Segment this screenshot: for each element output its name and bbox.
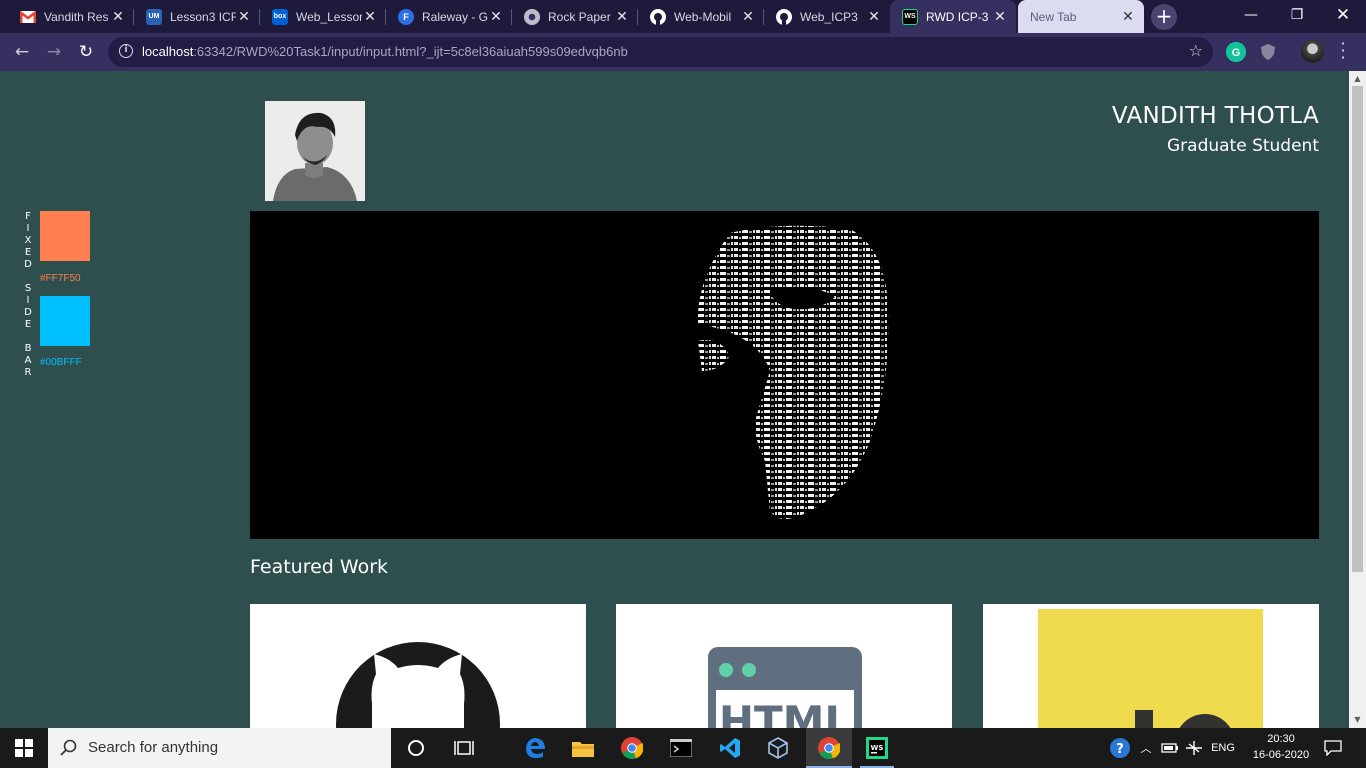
featured-card-github[interactable] (250, 604, 586, 728)
html-file-icon: HTML (708, 647, 862, 728)
github-icon (776, 8, 792, 25)
help-icon[interactable]: ? (1107, 728, 1133, 768)
github-icon (336, 642, 500, 728)
tab-rock-paper[interactable]: Rock Paper ✕ (512, 0, 638, 33)
tab-close-icon[interactable]: ✕ (866, 8, 882, 25)
back-arrow-icon[interactable]: ← (10, 41, 34, 63)
html-icon-text: HTML (719, 697, 851, 728)
profile-role: Graduate Student (1166, 136, 1319, 156)
windows-taskbar: Search for anything WS ? ︿ ENG 20:30 16-… (0, 728, 1366, 768)
reload-icon[interactable]: ↻ (74, 41, 98, 63)
tab-close-icon[interactable]: ✕ (488, 8, 504, 25)
tab-close-icon[interactable]: ✕ (740, 8, 756, 25)
shield-extension-icon[interactable] (1258, 42, 1278, 62)
edge-icon[interactable] (515, 728, 555, 768)
tab-close-icon[interactable]: ✕ (992, 8, 1008, 25)
browser-toolbar: ← → ↻ i localhost:63342/RWD%20Task1/inpu… (0, 33, 1366, 71)
sidebar-vertical-text: FIXED SIDE BAR (24, 211, 32, 378)
info-icon[interactable]: i (119, 44, 133, 58)
taskbar-search-box[interactable]: Search for anything (48, 728, 391, 768)
web-page: FIXED SIDE BAR #FF7F50 #00BFFF VANDITH T… (0, 71, 1349, 728)
tab-close-icon[interactable]: ✕ (236, 8, 252, 25)
coral-swatch-label: #FF7F50 (40, 273, 81, 284)
battery-icon[interactable] (1160, 728, 1180, 768)
scrollbar-thumb[interactable] (1352, 86, 1363, 572)
github-icon (650, 8, 666, 25)
network-icon[interactable] (1184, 728, 1204, 768)
tab-web-lesson[interactable]: box Web_Lesson ✕ (260, 0, 386, 33)
tab-lesson3[interactable]: UM Lesson3 ICF ✕ (134, 0, 260, 33)
windows-start-icon[interactable] (0, 728, 48, 768)
featured-card-html[interactable]: HTML (616, 604, 952, 728)
svg-text:WS: WS (871, 744, 884, 752)
url-path: :63342/RWD%20Task1/input/input.html?_ijt… (193, 44, 628, 59)
svg-text:?: ? (1116, 742, 1124, 757)
tab-new-tab[interactable]: New Tab ✕ (1018, 0, 1144, 33)
more-menu-icon[interactable]: · · · (1336, 36, 1350, 66)
minimize-icon[interactable]: — (1228, 0, 1274, 33)
tab-strip: Vandith Res ✕ UM Lesson3 ICF ✕ box Web_L… (0, 0, 1366, 33)
scroll-down-arrow-icon[interactable]: ▼ (1353, 715, 1362, 724)
task-view-icon[interactable] (444, 728, 484, 768)
chrome-active-taskbar-icon[interactable] (806, 728, 852, 768)
tab-rwd-icp3[interactable]: WS RWD ICP-3 ✕ (890, 0, 1016, 33)
hero-banner (250, 211, 1319, 539)
deepskyblue-swatch (40, 296, 90, 346)
restore-icon[interactable]: ❐ (1274, 0, 1320, 33)
webstorm-icon: WS (902, 8, 918, 25)
webstorm-taskbar-icon[interactable]: WS (856, 728, 898, 768)
notification-icon[interactable] (1318, 728, 1348, 768)
tab-web-mobile[interactable]: Web-Mobil ✕ (638, 0, 764, 33)
search-placeholder: Search for anything (88, 739, 219, 756)
google-fonts-icon: F (398, 8, 414, 25)
address-bar[interactable]: i localhost:63342/RWD%20Task1/input/inpu… (108, 37, 1213, 67)
tab-gmail[interactable]: Vandith Res ✕ (8, 0, 134, 33)
svg-text:G: G (1232, 47, 1241, 59)
chevron-up-icon[interactable]: ︿ (1136, 728, 1156, 768)
javascript-icon (1038, 609, 1263, 728)
tab-close-icon[interactable]: ✕ (362, 8, 378, 25)
scroll-up-arrow-icon[interactable]: ▲ (1353, 74, 1362, 83)
featured-work-heading: Featured Work (250, 556, 389, 578)
tab-raleway[interactable]: F Raleway - G ✕ (386, 0, 512, 33)
close-window-icon[interactable]: ✕ (1320, 0, 1366, 33)
box-icon: box (272, 8, 288, 25)
vscode-icon[interactable] (710, 728, 750, 768)
virtualbox-icon[interactable] (758, 728, 798, 768)
clock-time: 20:30 (1267, 733, 1295, 745)
chrome-icon (524, 8, 540, 25)
cortana-icon[interactable] (396, 728, 436, 768)
chrome-taskbar-icon[interactable] (612, 728, 652, 768)
profile-photo (265, 101, 365, 201)
tab-close-icon[interactable]: ✕ (110, 8, 126, 25)
new-tab-button[interactable]: + (1151, 4, 1177, 30)
tab-close-icon[interactable]: ✕ (1120, 8, 1136, 25)
grammarly-icon[interactable]: G (1226, 42, 1246, 62)
terminal-icon[interactable] (661, 728, 701, 768)
file-explorer-icon[interactable] (563, 728, 603, 768)
fixed-sidebar-label: FIXED SIDE BAR (22, 211, 34, 379)
clock-date: 16-06-2020 (1252, 749, 1310, 761)
umkc-icon: UM (146, 8, 162, 25)
profile-avatar[interactable] (1301, 40, 1324, 63)
profile-name: VANDITH THOTLA (1111, 103, 1319, 129)
forward-arrow-icon[interactable]: → (42, 41, 66, 63)
search-icon (60, 739, 77, 756)
code-face-image (697, 225, 889, 520)
coral-swatch (40, 211, 90, 261)
gmail-icon (20, 9, 36, 25)
bookmark-star-icon[interactable]: ☆ (1189, 41, 1203, 60)
system-clock[interactable]: 20:30 16-06-2020 (1250, 731, 1312, 763)
tab-web-icp3[interactable]: Web_ICP3 ✕ (764, 0, 890, 33)
url-host: localhost (142, 44, 194, 59)
deepskyblue-swatch-label: #00BFFF (40, 357, 82, 368)
featured-card-javascript[interactable] (983, 604, 1319, 728)
page-scrollbar[interactable]: ▲ ▼ (1349, 71, 1366, 728)
tab-close-icon[interactable]: ✕ (614, 8, 630, 25)
language-indicator[interactable]: ENG (1208, 728, 1238, 768)
